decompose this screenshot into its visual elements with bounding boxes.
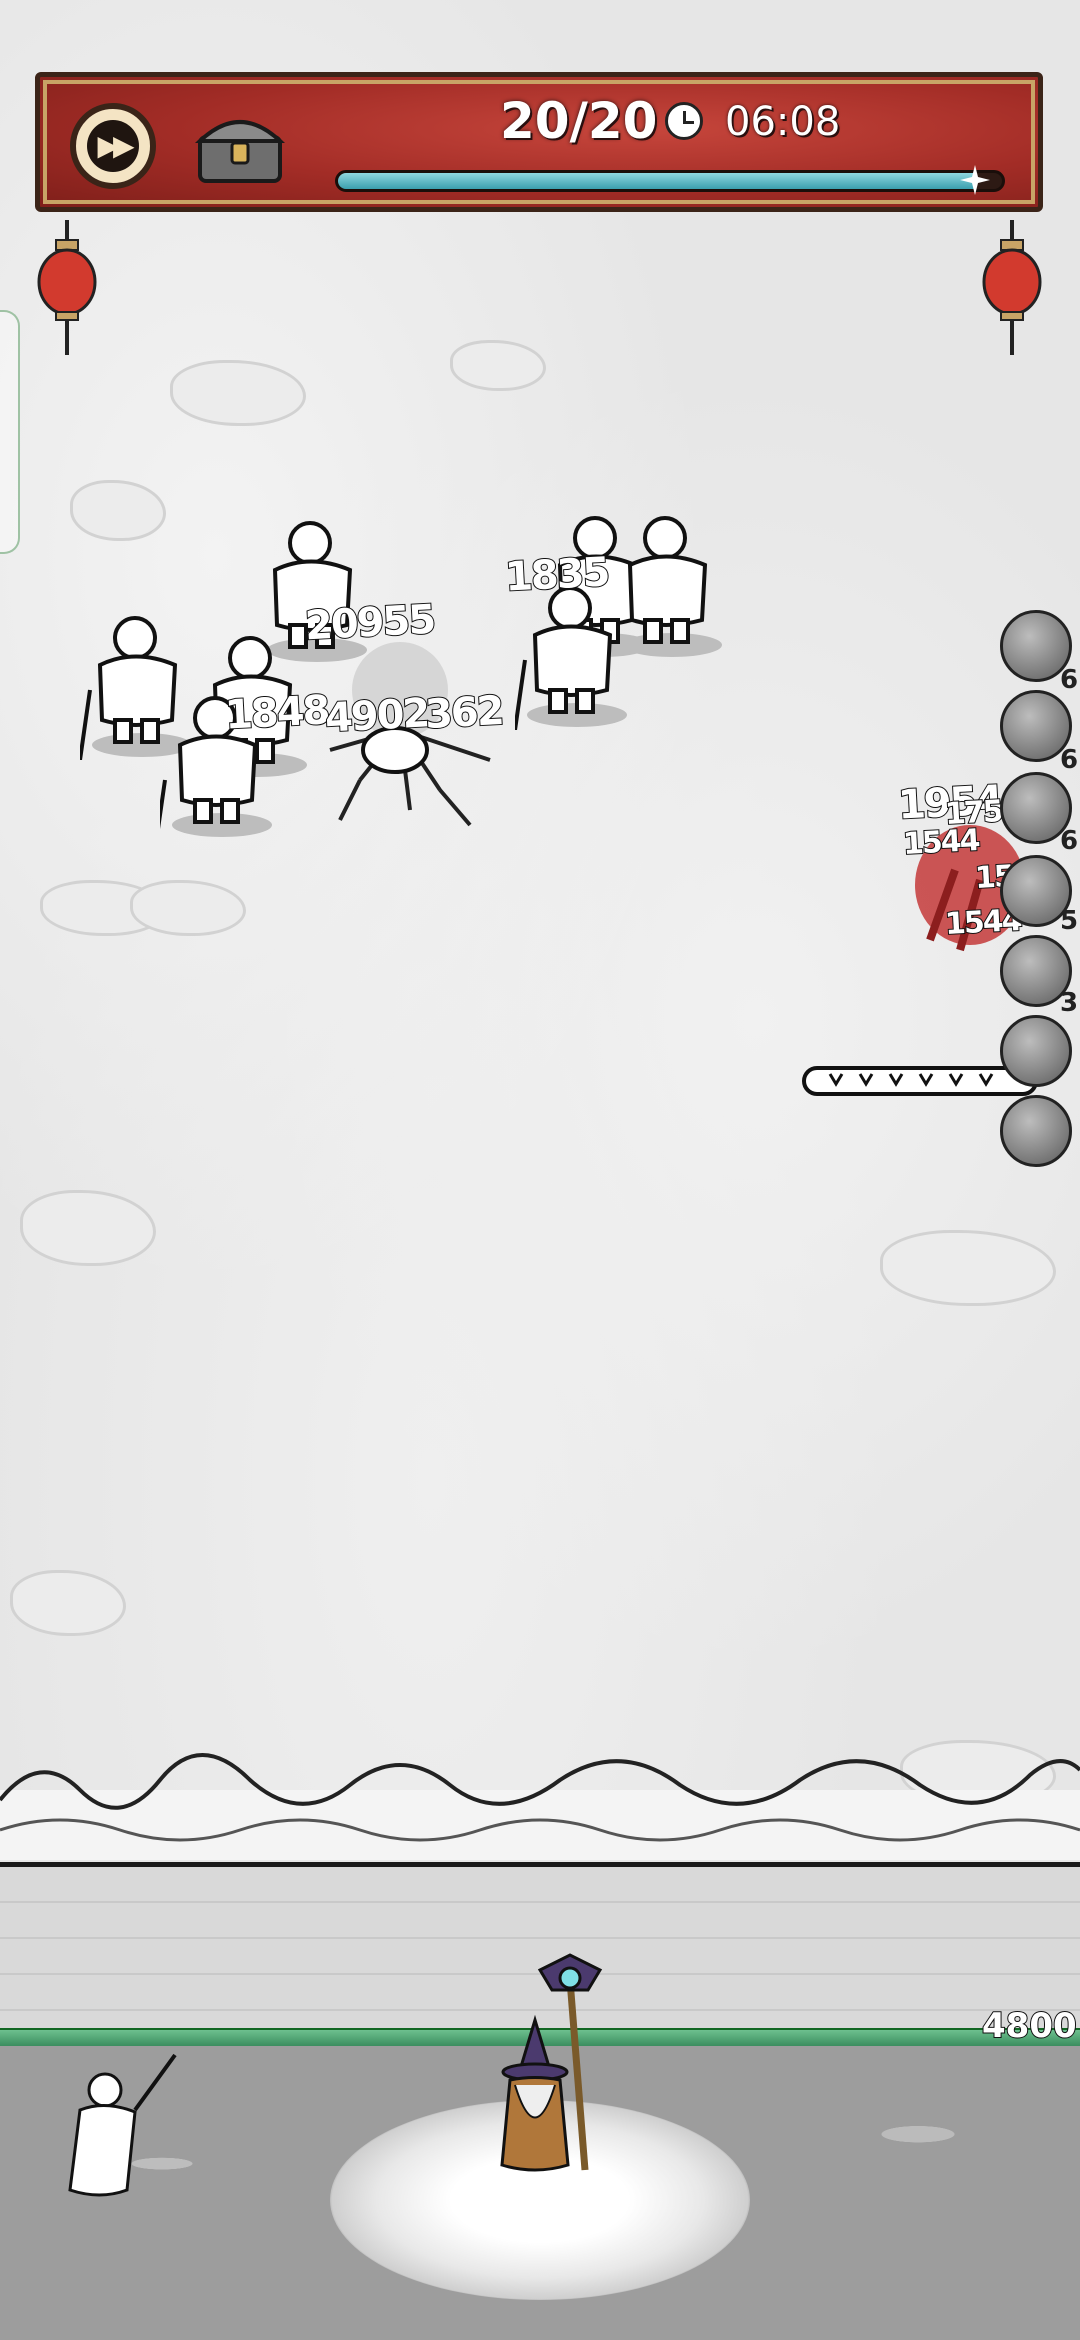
- wave-progress-fill: [338, 173, 976, 189]
- treasure-chest-icon[interactable]: [192, 103, 288, 189]
- rock: [450, 340, 546, 391]
- enemy-soldier[interactable]: [515, 580, 635, 730]
- rock: [10, 1570, 126, 1636]
- wall-skill-icon[interactable]: [1000, 1095, 1072, 1167]
- side-drawer-tab[interactable]: [0, 310, 20, 554]
- wave-progress-bar: [335, 170, 1005, 192]
- damage-number: 1544: [901, 822, 980, 863]
- wall-hp-value: 4800: [981, 2005, 1078, 2047]
- skill-level: 5: [1060, 906, 1079, 936]
- drill-skill-icon[interactable]: [1000, 1015, 1072, 1087]
- rock: [880, 1230, 1056, 1306]
- lantern-left-icon: [37, 220, 97, 355]
- damage-number: 4902: [323, 689, 431, 742]
- wizard-hero[interactable]: [470, 1950, 610, 2210]
- clock-icon: [665, 102, 703, 140]
- damage-number: 20955: [303, 596, 436, 651]
- sparkle-icon: [960, 165, 990, 195]
- skill-level: 3: [1060, 988, 1079, 1018]
- skill-level: 6: [1060, 665, 1079, 695]
- rock: [170, 360, 306, 426]
- damage-number: 362: [423, 687, 505, 739]
- ally-swordsman[interactable]: [55, 2050, 185, 2210]
- rock: [20, 1190, 156, 1266]
- wave-barrier: [0, 1753, 1080, 1860]
- skill-level: 6: [1060, 826, 1079, 856]
- rock: [70, 480, 166, 541]
- damage-number: 1835: [503, 548, 611, 601]
- lantern-right-icon: [982, 220, 1042, 355]
- damage-number: 1848: [223, 686, 331, 739]
- fast-forward-icon: ▶▶: [87, 120, 139, 172]
- wave-counter: 20/20: [500, 92, 658, 150]
- rock: [130, 880, 246, 936]
- fast-forward-button[interactable]: ▶▶: [70, 103, 156, 189]
- battle-timer: 06:08: [725, 99, 841, 145]
- skill-level: 6: [1060, 745, 1079, 775]
